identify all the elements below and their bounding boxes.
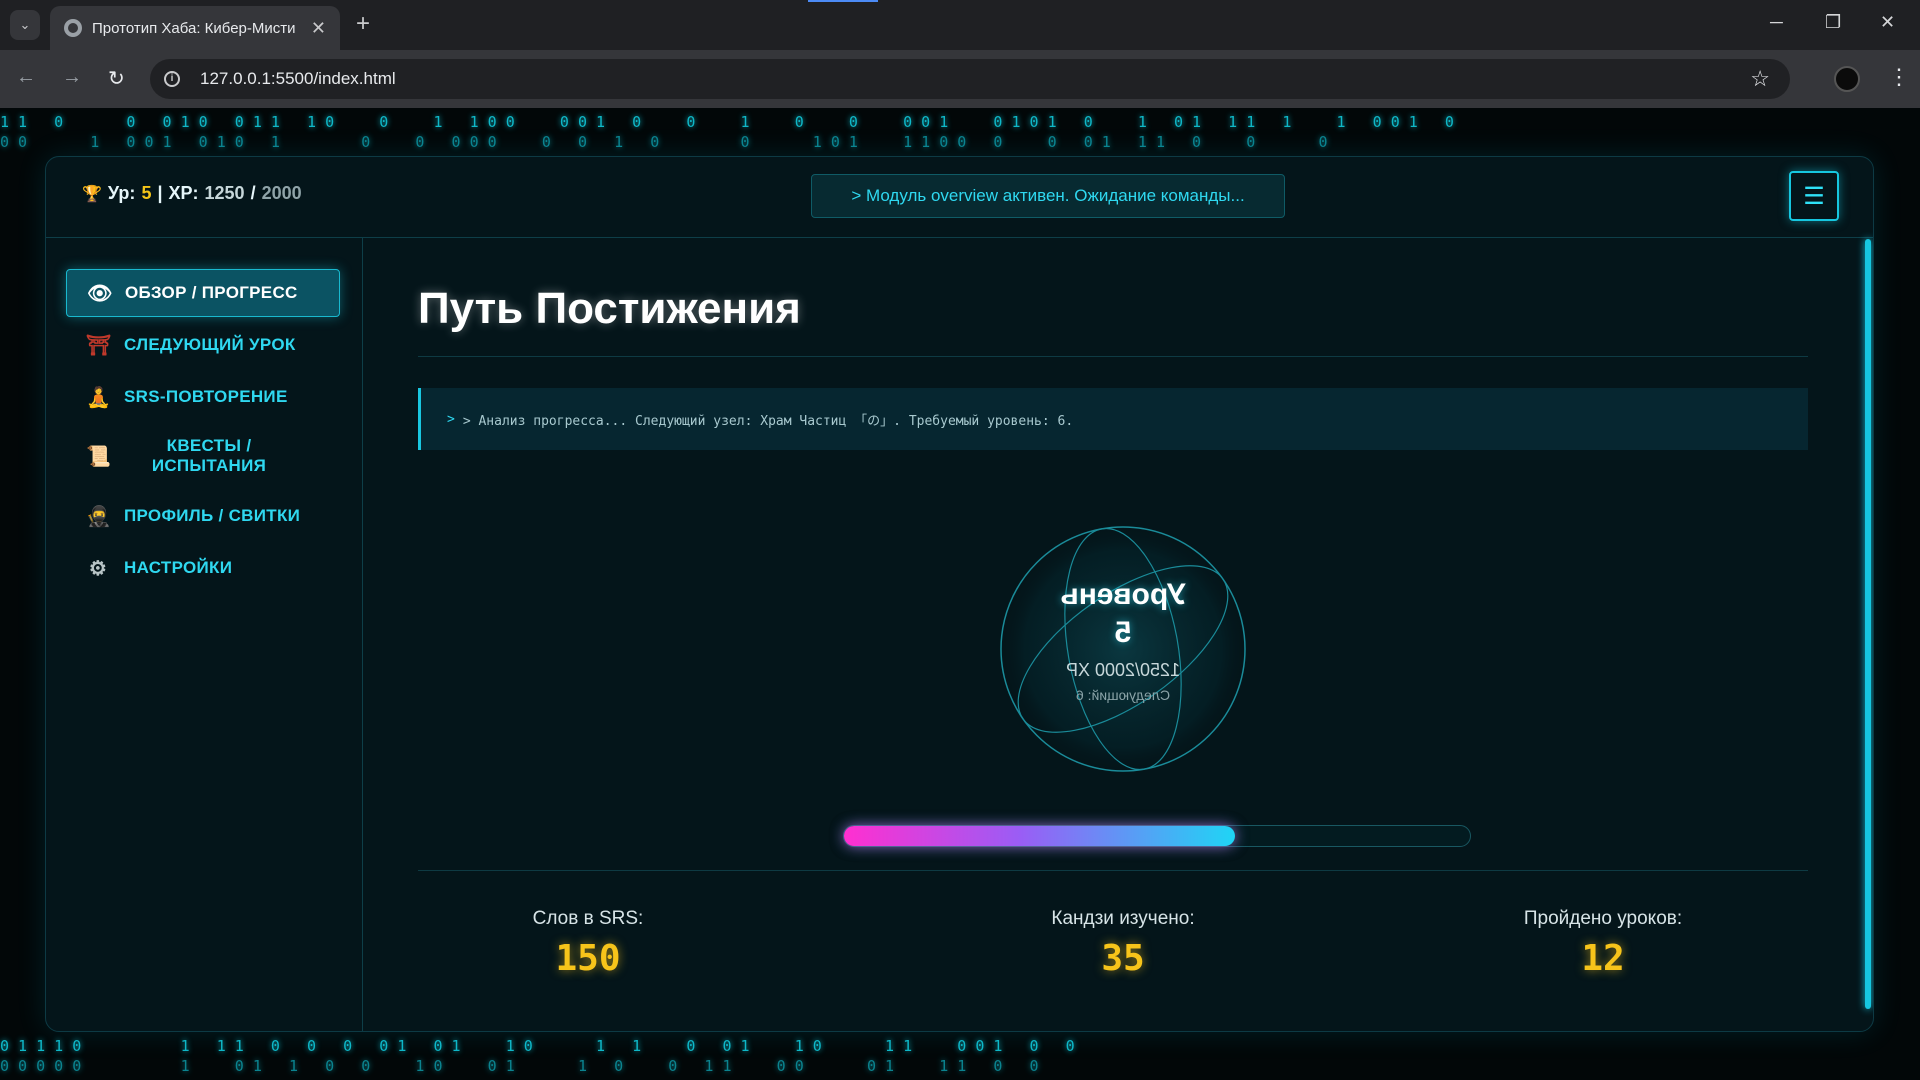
- hub-header: 🏆 Ур: 5 | XP: 1250 / 2000 > Модуль overv…: [46, 157, 1873, 238]
- sidebar-item-label: SRS-ПОВТОРЕНИЕ: [124, 387, 288, 406]
- browser-tab-strip: ⌄ Прототип Хаба: Кибер-Мисти ✕ + ─ ❐ ✕: [0, 0, 1920, 50]
- address-bar[interactable]: i 127.0.0.1:5500/index.html ☆: [150, 59, 1790, 99]
- sidebar-item-label: НАСТРОЙКИ: [124, 558, 233, 577]
- stat-label: Пройдено уроков:: [1523, 908, 1683, 929]
- rain-row: 0 1 1 1 0 1 1 1 0 0 0 0 1 0 1 1 0 1 1 0 …: [0, 1037, 1075, 1055]
- close-tab-icon[interactable]: ✕: [311, 18, 326, 39]
- eye-icon: 👁: [87, 282, 113, 305]
- stat-kanji-learned: Кандзи изучено: 35: [993, 908, 1253, 979]
- sidebar-item-label: КВЕСТЫ / ИСПЫТАНИЯ: [151, 436, 267, 475]
- rain-row: 0 0 0 0 0 1 0 1 1 0 0 1 0 0 1 1 0 0 1 1 …: [0, 1057, 1039, 1075]
- orb-xp: 1250/2000 XP: [1065, 659, 1181, 680]
- reload-button[interactable]: ↻: [108, 66, 125, 91]
- separator: |: [157, 183, 163, 203]
- stat-srs-words: Слов в SRS: 150: [458, 908, 718, 979]
- minimize-button[interactable]: ─: [1770, 12, 1783, 33]
- url-text[interactable]: 127.0.0.1:5500/index.html: [200, 69, 396, 89]
- ninja-icon: 🥷: [86, 505, 112, 528]
- level-value: 5: [141, 183, 152, 203]
- browser-menu-icon[interactable]: ⋮: [1888, 64, 1910, 90]
- xp-progress-fill: [844, 826, 1235, 846]
- torii-gate-icon: ⛩: [86, 334, 112, 357]
- level-prefix: Ур:: [107, 183, 136, 203]
- accent-line: [808, 0, 878, 2]
- maximize-button[interactable]: ❐: [1825, 12, 1841, 33]
- xp-progress-bar: [843, 825, 1471, 847]
- content-scrollbar[interactable]: [1865, 239, 1871, 1009]
- browser-toolbar: ← → ↻ i 127.0.0.1:5500/index.html ☆ ⋮: [0, 50, 1920, 108]
- meditation-icon: 🧘: [86, 386, 112, 409]
- xp-max: 2000: [261, 183, 302, 203]
- sidebar-item-srs-review[interactable]: 🧘 SRS-ПОВТОРЕНИЕ: [66, 373, 340, 421]
- xp-status: 🏆 Ур: 5 | XP: 1250 / 2000: [82, 183, 302, 204]
- gear-icon: ⚙: [88, 557, 108, 580]
- page-title: Путь Постижения: [418, 284, 801, 333]
- sidebar-item-overview[interactable]: 👁 ОБЗОР / ПРОГРЕСС: [66, 269, 340, 317]
- caret-icon: >: [447, 411, 455, 427]
- sidebar: 👁 ОБЗОР / ПРОГРЕСС ⛩ СЛЕДУЮЩИЙ УРОК 🧘 SR…: [46, 238, 363, 1031]
- sidebar-item-label: ОБЗОР / ПРОГРЕСС: [125, 283, 298, 302]
- close-window-button[interactable]: ✕: [1880, 12, 1895, 33]
- site-info-icon[interactable]: i: [164, 71, 180, 87]
- stat-value: 12: [1581, 938, 1625, 979]
- rain-row: 1 1 0 0 0 1 0 0 1 1 1 0 0 1 1 0 0 0 0 1 …: [0, 113, 1454, 131]
- globe-icon: [64, 19, 82, 37]
- browser-tab[interactable]: Прототип Хаба: Кибер-Мисти ✕: [50, 6, 340, 50]
- sidebar-item-profile[interactable]: 🥷 ПРОФИЛЬ / СВИТКИ: [66, 492, 340, 540]
- terminal-status-message: > Модуль overview активен. Ожидание кома…: [811, 174, 1285, 218]
- sidebar-item-settings[interactable]: ⚙ НАСТРОЙКИ: [66, 544, 340, 592]
- sidebar-item-quests[interactable]: 📜 КВЕСТЫ / ИСПЫТАНИЯ: [66, 424, 340, 488]
- xp-prefix: XP:: [168, 183, 199, 203]
- profile-avatar[interactable]: [1834, 66, 1860, 92]
- tab-title: Прототип Хаба: Кибер-Мисти: [92, 19, 296, 37]
- stat-label: Кандзи изучено:: [1051, 908, 1195, 929]
- menu-button[interactable]: ☰: [1789, 171, 1839, 221]
- divider: [418, 356, 1808, 357]
- stat-label: Слов в SRS:: [532, 908, 644, 929]
- xp-current: 1250: [204, 183, 245, 203]
- scroll-icon: 📜: [86, 445, 112, 468]
- back-button[interactable]: ←: [16, 66, 36, 89]
- orb-level-value: 5: [1114, 615, 1132, 649]
- chevron-down-icon: ⌄: [19, 17, 31, 32]
- bookmark-star-icon[interactable]: ☆: [1750, 66, 1770, 92]
- sidebar-item-label: СЛЕДУЮЩИЙ УРОК: [124, 335, 296, 354]
- stat-value: 150: [555, 938, 621, 979]
- new-tab-button[interactable]: +: [356, 11, 370, 37]
- hamburger-icon: ☰: [1803, 182, 1825, 210]
- stat-value: 35: [1101, 938, 1145, 979]
- orb-text-mirrored: Уровень 5 1250/2000 XP Следующий: 6: [998, 524, 1248, 774]
- tab-search-button[interactable]: ⌄: [10, 10, 40, 40]
- xp-slash: /: [250, 183, 256, 203]
- sidebar-item-label: ПРОФИЛЬ / СВИТКИ: [124, 506, 301, 525]
- divider: [418, 870, 1808, 871]
- forward-button[interactable]: →: [62, 66, 82, 89]
- page: 1 1 0 0 0 1 0 0 1 1 1 0 0 1 1 0 0 0 0 1 …: [0, 108, 1920, 1080]
- hub-panel: 🏆 Ур: 5 | XP: 1250 / 2000 > Модуль overv…: [45, 156, 1874, 1032]
- analysis-text: > Анализ прогресса... Следующий узел: Хр…: [462, 413, 1074, 429]
- main-content: Путь Постижения > > Анализ прогресса... …: [362, 238, 1873, 1031]
- rain-row: 0 0 1 0 0 1 0 1 0 1 0 0 0 0 0 0 0 1 0 0 …: [0, 133, 1328, 151]
- analysis-log: > > Анализ прогресса... Следующий узел: …: [418, 388, 1808, 450]
- trophy-icon: 🏆: [82, 185, 102, 203]
- stat-lessons-completed: Пройдено уроков: 12: [1473, 908, 1733, 979]
- sidebar-item-next-lesson[interactable]: ⛩ СЛЕДУЮЩИЙ УРОК: [66, 321, 340, 369]
- orb-level-label: Уровень: [1060, 577, 1186, 611]
- level-orb: Уровень 5 1250/2000 XP Следующий: 6: [998, 524, 1248, 774]
- orb-next-level: Следующий: 6: [1075, 686, 1171, 703]
